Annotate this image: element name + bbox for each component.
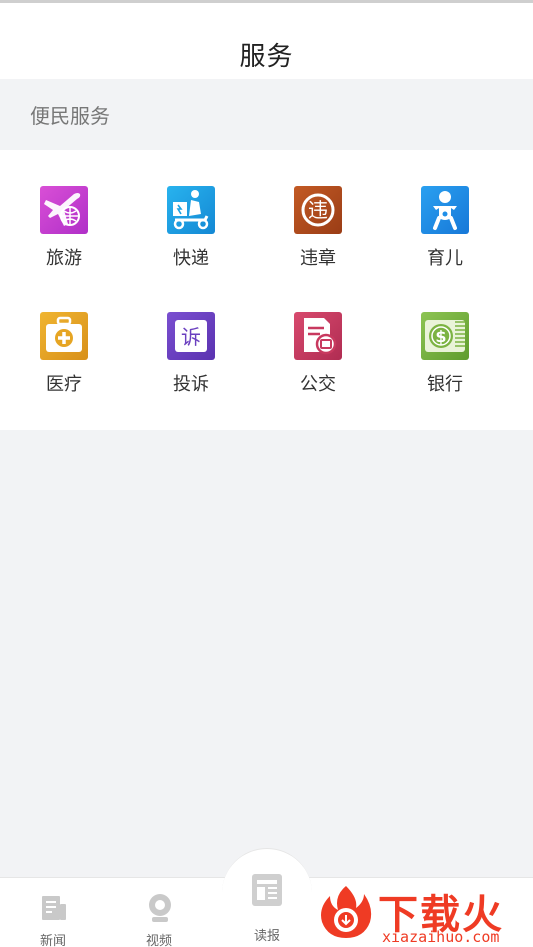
traffic-violation-icon: 违 [294, 186, 342, 234]
service-complaint[interactable]: 诉 投诉 [127, 312, 255, 422]
page-header: 服务 [0, 3, 533, 79]
service-courier[interactable]: 快递 [127, 186, 255, 296]
travel-plane-globe-icon [40, 186, 88, 234]
tab-label: 读报 [253, 929, 280, 944]
service-label: 旅游 [46, 248, 82, 269]
tab-label: 新闻 [39, 934, 66, 947]
tab-label: 视频 [145, 934, 172, 947]
service-bus[interactable]: 公交 [254, 312, 382, 422]
service-label: 投诉 [173, 374, 209, 395]
news-icon [42, 896, 66, 920]
courier-scooter-icon [167, 186, 215, 234]
bus-card-icon [294, 312, 342, 360]
svg-text:诉: 诉 [181, 325, 201, 349]
video-icon [149, 894, 171, 922]
newspaper-icon [252, 874, 282, 906]
page-title: 服务 [239, 42, 294, 72]
bank-money-icon: $ [421, 312, 469, 360]
service-label: 医疗 [46, 374, 82, 395]
service-label: 银行 [427, 374, 463, 395]
watermark: 下载火 xiazaihuo.com [316, 880, 533, 947]
service-violation[interactable]: 违 违章 [254, 186, 382, 296]
flame-logo-icon [321, 886, 372, 938]
service-parenting[interactable]: 育儿 [381, 186, 509, 296]
svg-text:违: 违 [308, 198, 328, 222]
service-label: 公交 [300, 374, 336, 395]
service-label: 快递 [173, 248, 209, 269]
service-medical[interactable]: 医疗 [0, 312, 128, 422]
baby-icon [421, 186, 469, 234]
svg-text:$: $ [435, 327, 446, 346]
tab-news[interactable]: 新闻 [0, 878, 106, 947]
tab-video[interactable]: 视频 [106, 878, 212, 947]
tab-newspaper[interactable]: 读报 [222, 848, 312, 944]
medical-kit-icon [40, 312, 88, 360]
complaint-icon: 诉 [167, 312, 215, 360]
service-bank[interactable]: $ 银行 [381, 312, 509, 422]
watermark-url: xiazaihuo.com [382, 928, 500, 946]
service-label: 育儿 [427, 248, 463, 269]
service-travel[interactable]: 旅游 [0, 186, 128, 296]
service-label: 违章 [300, 248, 336, 269]
section-title: 便民服务 [30, 104, 110, 128]
service-grid: 旅游 快递 违 违章 育儿 医疗 诉 投诉 公交 $ 银行 [0, 150, 533, 430]
